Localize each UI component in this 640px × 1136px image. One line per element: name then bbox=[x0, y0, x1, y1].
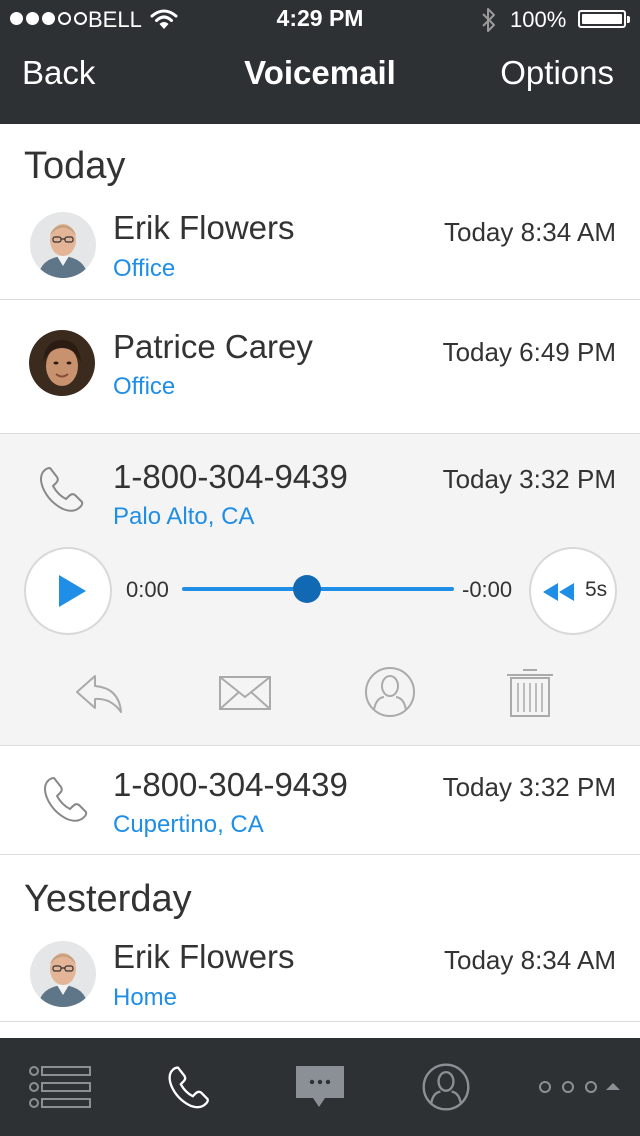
contact-label: Palo Alto, CA bbox=[113, 503, 255, 530]
contact-icon bbox=[422, 1063, 470, 1111]
battery-percentage: 100% bbox=[510, 7, 567, 32]
contact-label: Office bbox=[113, 373, 176, 400]
contact-name: 1-800-304-9439 bbox=[113, 766, 348, 803]
contact-icon[interactable] bbox=[362, 664, 418, 720]
time-remaining: -0:00 bbox=[462, 577, 513, 602]
voicemail-item[interactable]: 1-800-304-9439 Cupertino, CA Today 3:32 … bbox=[0, 746, 640, 855]
phone-icon bbox=[168, 1066, 209, 1109]
tab-bar bbox=[0, 1038, 640, 1136]
contact-name: Erik Flowers bbox=[113, 938, 295, 975]
chat-icon bbox=[296, 1066, 344, 1107]
play-icon bbox=[59, 575, 86, 607]
phone-icon bbox=[44, 777, 88, 822]
voicemail-time: Today 6:49 PM bbox=[442, 337, 616, 367]
rewind-button[interactable]: 5s bbox=[529, 547, 617, 635]
tab-messages[interactable] bbox=[260, 1038, 380, 1136]
envelope-icon[interactable] bbox=[217, 664, 273, 720]
header: BELL 4:29 PM 100% Back Voicemail Options bbox=[0, 0, 640, 124]
contact-label: Home bbox=[113, 984, 178, 1011]
progress-slider[interactable] bbox=[182, 575, 454, 603]
rewind-icon bbox=[543, 583, 574, 601]
list-icon bbox=[29, 1066, 91, 1108]
voicemail-item[interactable]: Erik Flowers Home Today 8:34 AM bbox=[0, 925, 640, 1022]
time-elapsed: 0:00 bbox=[126, 577, 169, 602]
options-button[interactable]: Options bbox=[500, 54, 614, 92]
contact-label: Cupertino, CA bbox=[113, 811, 264, 838]
phone-icon bbox=[40, 467, 84, 512]
voicemail-time: Today 3:32 PM bbox=[442, 772, 616, 802]
contact-label: Office bbox=[113, 255, 176, 282]
contact-name: 1-800-304-9439 bbox=[113, 458, 348, 495]
voicemail-time: Today 8:34 AM bbox=[444, 217, 616, 247]
rewind-label: 5s bbox=[585, 578, 608, 601]
bluetooth-icon bbox=[482, 8, 495, 32]
contact-name: Erik Flowers bbox=[113, 209, 295, 246]
status-bar: BELL 4:29 PM 100% bbox=[0, 0, 640, 40]
reply-icon[interactable] bbox=[71, 664, 127, 720]
play-button[interactable] bbox=[24, 547, 112, 635]
more-icon bbox=[539, 1081, 620, 1093]
voicemail-item[interactable]: Erik Flowers Office Today 8:34 AM bbox=[0, 195, 640, 300]
slider-handle[interactable] bbox=[293, 575, 322, 603]
contact-name: Patrice Carey bbox=[113, 328, 313, 365]
tab-more[interactable] bbox=[520, 1038, 640, 1136]
avatar bbox=[29, 330, 95, 396]
avatar bbox=[30, 941, 96, 1007]
back-button[interactable]: Back bbox=[22, 54, 95, 92]
tab-phone[interactable] bbox=[130, 1038, 250, 1136]
voicemail-time: Today 8:34 AM bbox=[444, 945, 616, 975]
section-header-yesterday: Yesterday bbox=[24, 878, 192, 920]
avatar bbox=[30, 212, 96, 278]
trash-icon[interactable] bbox=[502, 664, 558, 720]
voicemail-item-expanded[interactable]: 1-800-304-9439 Palo Alto, CA Today 3:32 … bbox=[0, 433, 640, 746]
battery-icon bbox=[578, 10, 630, 28]
tab-contacts[interactable] bbox=[386, 1038, 506, 1136]
voicemail-item[interactable]: Patrice Carey Office Today 6:49 PM bbox=[0, 300, 640, 433]
tab-list[interactable] bbox=[0, 1038, 120, 1136]
voicemail-time: Today 3:32 PM bbox=[442, 464, 616, 494]
section-header-today: Today bbox=[24, 145, 126, 187]
